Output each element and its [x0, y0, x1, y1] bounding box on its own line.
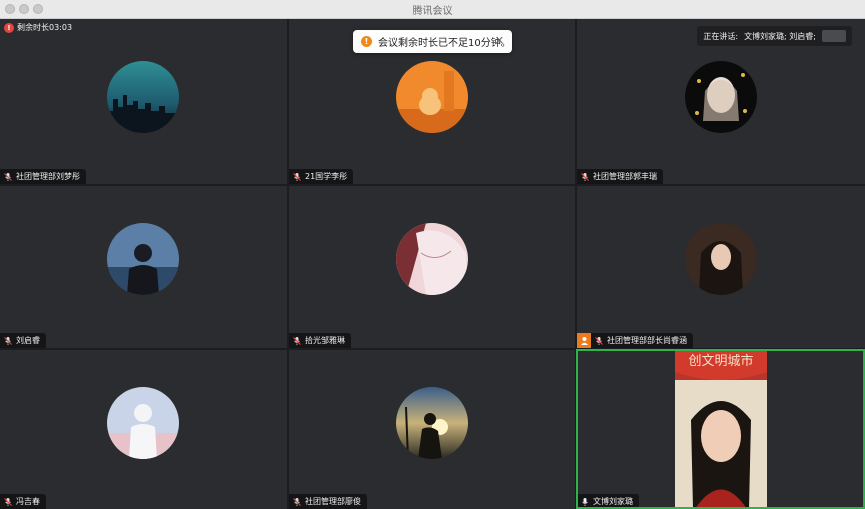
- mic-muted-icon: [293, 336, 301, 345]
- window-title: 腾讯会议: [412, 6, 453, 17]
- participant-tile[interactable]: 社团管理部廖俊: [289, 350, 575, 509]
- participant-name: 21国学李彤: [305, 172, 348, 181]
- host-user-icon: [580, 337, 588, 345]
- participant-tile[interactable]: 社团管理部刘梦彤: [0, 19, 287, 184]
- mic-muted-icon: [4, 497, 12, 506]
- host-badge: [577, 333, 591, 348]
- window-title-bar: 腾讯会议: [0, 0, 865, 19]
- participant-name: 社团管理部部长尚睿涵: [607, 336, 687, 345]
- speaking-label: 正在讲话:: [703, 31, 739, 41]
- toast-message: 会议剩余时长已不足10分钟。: [378, 38, 511, 49]
- participant-name-tag: 社团管理部郭丰瑞: [577, 169, 663, 184]
- active-speaker-border: [576, 349, 865, 509]
- participant-tile[interactable]: 拾光邹雅琳: [289, 186, 575, 348]
- participant-name-tag: 社团管理部廖俊: [289, 494, 367, 509]
- participant-name: 社团管理部郭丰瑞: [593, 172, 657, 181]
- participant-name-tag: 社团管理部刘梦彤: [0, 169, 86, 184]
- mic-muted-icon: [4, 172, 12, 181]
- participant-tile[interactable]: 冯吉春: [0, 350, 287, 509]
- mic-muted-icon: [595, 336, 603, 345]
- time-warning-toast: ! 会议剩余时长已不足10分钟。 ✕: [353, 30, 512, 53]
- participant-avatar: [685, 61, 757, 133]
- participant-name: 拾光邹雅琳: [305, 336, 345, 345]
- participant-avatar: [685, 223, 757, 295]
- participant-avatar: [107, 61, 179, 133]
- participant-name-tag: 冯吉春: [0, 494, 46, 509]
- speaking-indicator: 正在讲话: 文博刘家璐; 刘启睿;: [697, 26, 852, 46]
- participant-name: 刘启睿: [16, 336, 40, 345]
- speaking-toggle-button[interactable]: [822, 30, 846, 42]
- participant-tile[interactable]: 刘启睿: [0, 186, 287, 348]
- speaking-names: 文博刘家璐; 刘启睿;: [744, 31, 816, 41]
- remaining-time-indicator: ! 剩余时长03:03: [4, 22, 72, 33]
- participant-name-tag: 拾光邹雅琳: [289, 333, 351, 348]
- mic-muted-icon: [581, 172, 589, 181]
- participant-avatar: [396, 223, 468, 295]
- participant-avatar: [107, 387, 179, 459]
- mic-muted-icon: [4, 336, 12, 345]
- participant-name-tag: 刘启睿: [0, 333, 46, 348]
- participant-avatar: [107, 223, 179, 295]
- participant-name: 社团管理部廖俊: [305, 497, 361, 506]
- participant-name: 冯吉春: [16, 497, 40, 506]
- participant-name-tag: 21国学李彤: [289, 169, 354, 184]
- close-icon[interactable]: ✕: [495, 35, 504, 47]
- participant-avatar: [396, 387, 468, 459]
- mic-muted-icon: [293, 172, 301, 181]
- participant-name-tag: 社团管理部部长尚睿涵: [577, 333, 693, 348]
- warning-icon: !: [361, 36, 372, 47]
- participant-tile[interactable]: 社团管理部部长尚睿涵: [577, 186, 865, 348]
- remaining-time-text: 剩余时长03:03: [17, 23, 73, 32]
- participant-avatar: [396, 61, 468, 133]
- participant-name: 社团管理部刘梦彤: [16, 172, 80, 181]
- mic-muted-icon: [293, 497, 301, 506]
- alert-icon: !: [4, 22, 14, 33]
